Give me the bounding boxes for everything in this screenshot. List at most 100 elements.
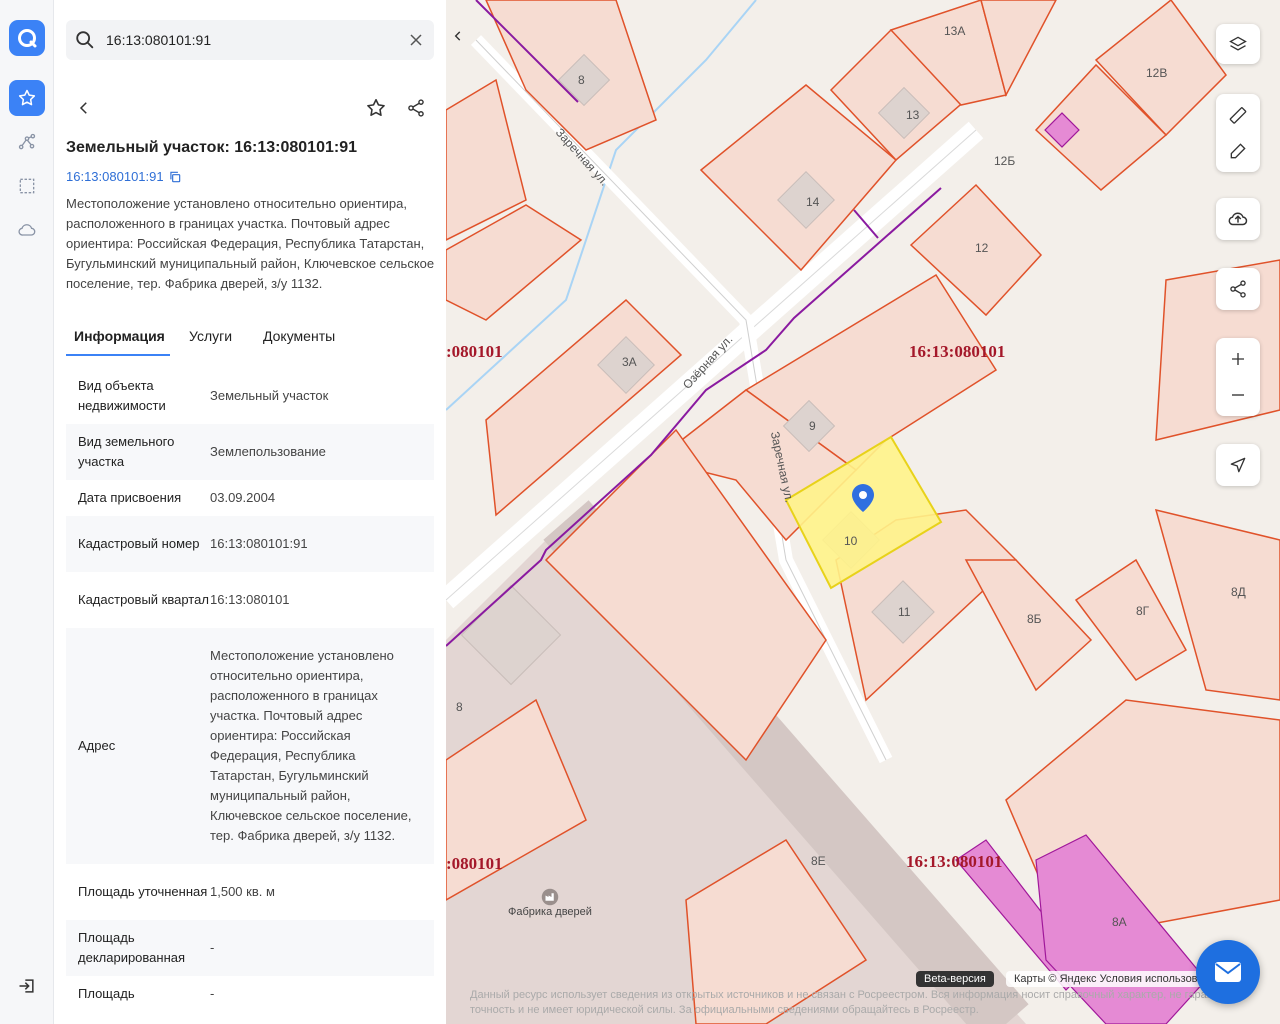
house-number: 8 [456,700,463,714]
row-key: Площадь уточненная [78,884,208,899]
tab-information[interactable]: Информация [66,320,170,356]
nav-rail [0,0,54,1024]
geolocate-button[interactable] [1216,444,1260,486]
dashed-square-icon [19,178,35,194]
tab-services[interactable]: Услуги [189,320,232,356]
draw-button[interactable] [1216,133,1260,169]
share-map-button[interactable] [1216,268,1260,310]
zoom-out-button[interactable] [1216,377,1260,413]
row-key: Вид земельного участка [78,434,175,469]
zoom-in-button[interactable] [1216,341,1260,377]
row-value: 1,500 кв. м [210,884,275,899]
layers-tool[interactable] [1216,24,1260,64]
house-number: 8Б [1027,612,1042,626]
house-number: 13 [906,108,920,122]
info-table: Вид объекта недвижимости Земельный участо… [66,368,434,1012]
clear-search-icon[interactable] [406,30,426,55]
row-key: Кадастровый квартал [78,592,209,607]
mail-icon [1215,962,1241,982]
star-icon [18,89,36,106]
object-description: Местоположение установлено относительно … [66,196,435,291]
cloud-nav-button[interactable] [9,212,45,248]
row-key: Вид объекта недвижимости [78,378,166,413]
beta-badge: Beta-версия [916,971,994,987]
quarter-label: :080101 [446,342,503,361]
tab-bar: Информация Услуги Документы [66,320,434,356]
share-icon [1230,280,1246,298]
row-key: Адрес [78,738,116,753]
navigation-arrow-icon [1230,457,1246,473]
row-value: Землепользование [210,444,326,459]
table-row: Вид объекта недвижимости Земельный участо… [66,368,434,424]
polyline-icon [18,133,36,150]
factory-icon [541,888,559,906]
favorites-nav-button[interactable] [9,80,45,116]
layers-button[interactable] [1216,24,1260,64]
tab-documents[interactable]: Документы [263,320,335,356]
feedback-button[interactable] [1196,940,1260,1004]
login-icon [19,979,34,993]
search-input[interactable] [106,20,396,60]
house-number: 12В [1146,66,1168,80]
copy-icon[interactable] [168,170,182,184]
minus-icon [1232,394,1244,396]
zoom-control [1216,338,1260,416]
object-title: Земельный участок: 16:13:080101:91 [66,139,357,156]
table-row: Дата присвоения 03.09.2004 [66,480,434,516]
disclaimer-text: Данный ресурс использует сведения из отк… [470,989,1247,1016]
poi-label: Фабрика дверей [508,906,592,918]
share-map-tool[interactable] [1216,268,1260,310]
row-key: Кадастровый номер [78,536,200,551]
poi-factory[interactable]: Фабрика дверей [508,888,592,918]
edit-icon [1230,143,1246,159]
row-value: 16:13:080101:91 [210,536,308,551]
house-number: 8 [578,73,585,87]
table-row: Кадастровый номер 16:13:080101:91 [66,516,434,572]
ruler-button[interactable] [1216,97,1260,133]
area-select-nav-button[interactable] [9,168,45,204]
cadastral-number-text[interactable]: 16:13:080101:91 [66,169,164,184]
house-number: 13А [944,24,966,38]
cadastral-number-link[interactable]: 16:13:080101:91 [66,169,182,184]
app-logo-icon[interactable] [9,20,45,56]
house-number: 8А [1112,915,1127,929]
table-row: Площадь декларированная - [66,920,434,976]
row-key: Дата присвоения [78,490,182,505]
house-number: 3А [622,355,637,369]
table-row: Кадастровый квартал 16:13:080101 [66,572,434,628]
share-icon [408,99,424,117]
collapse-panel-button[interactable] [446,18,470,54]
table-row: Адрес Местоположение установлено относите… [66,628,434,864]
chevron-left-icon [454,31,461,41]
table-row: Площадь - [66,976,434,1012]
quarter-label: :080101 [446,854,503,873]
route-nav-button[interactable] [9,124,45,160]
login-button[interactable] [9,968,45,1004]
house-number: 12 [975,241,989,255]
measure-tools [1216,94,1260,172]
house-number: 11 [898,605,911,619]
row-value: - [210,986,215,1001]
share-button[interactable] [398,90,434,126]
row-value: Местоположение установлено относительно … [210,648,412,843]
map-view[interactable]: 16:13:080101 :080101 16:13:080101 :08010… [446,0,1280,1024]
row-value: 16:13:080101 [210,592,290,607]
cloud-icon [18,224,36,236]
upload-button[interactable] [1216,198,1260,240]
house-number: 8Е [811,854,826,868]
house-number: 14 [806,195,820,209]
row-key: Площадь [78,986,135,1001]
geolocation-tool[interactable] [1216,444,1260,486]
quarter-label: 16:13:080101 [909,342,1006,361]
back-button[interactable] [66,90,102,126]
plus-icon [1232,353,1244,365]
favorite-button[interactable] [358,90,394,126]
star-icon [367,98,385,117]
object-panel: Земельный участок: 16:13:080101:91 16:13… [54,0,446,1024]
table-row: Площадь уточненная 1,500 кв. м [66,864,434,920]
house-number: 12Б [994,154,1016,168]
house-number: 8Д [1231,585,1246,599]
search-box [66,20,434,60]
upload-tool[interactable] [1216,198,1260,240]
search-icon [74,29,96,56]
